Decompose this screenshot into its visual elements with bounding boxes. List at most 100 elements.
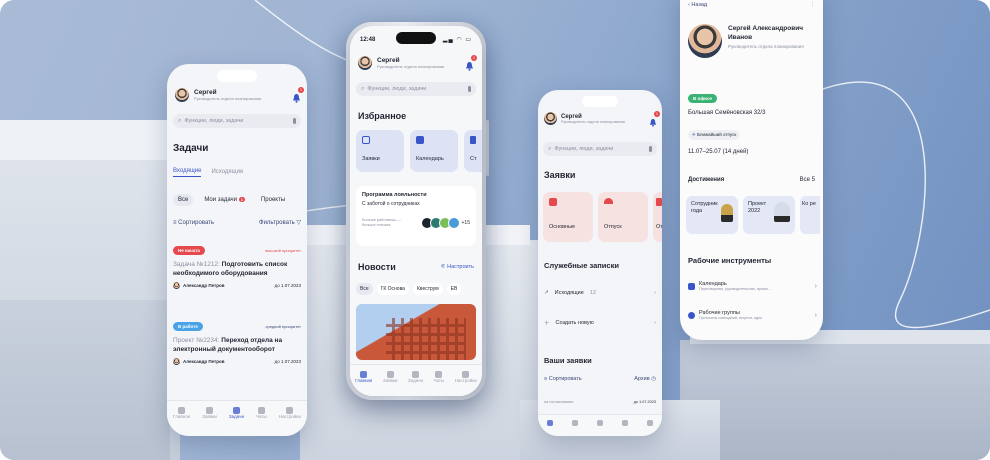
nav-tasks[interactable]: Задачи bbox=[229, 407, 244, 436]
bell-badge: 1 bbox=[471, 55, 477, 61]
mic-icon[interactable] bbox=[468, 86, 471, 92]
loyalty-count: +15 bbox=[461, 220, 470, 226]
memo-create-row[interactable]: ＋ Создать новую › bbox=[544, 319, 656, 327]
news-image[interactable] bbox=[356, 304, 476, 360]
request-more[interactable]: От bbox=[653, 192, 662, 242]
nav-tasks[interactable] bbox=[596, 420, 603, 436]
doc-icon bbox=[656, 198, 662, 206]
nav-requests[interactable]: Заявки bbox=[382, 371, 398, 396]
avatar[interactable] bbox=[544, 112, 557, 125]
achievement-card[interactable]: Ко ре bbox=[800, 196, 820, 234]
user-name: Сергей bbox=[194, 89, 217, 96]
loyalty-note: Больше работаешь — больше плюшек bbox=[362, 218, 402, 227]
search-input[interactable]: ⌕ Функции, люди, задачи bbox=[356, 82, 476, 96]
avatar[interactable] bbox=[358, 56, 372, 70]
mic-icon[interactable] bbox=[649, 146, 652, 152]
request-due: до 1.07.2023 bbox=[633, 400, 656, 404]
loyalty-title: Программа лояльности bbox=[362, 192, 427, 198]
loyalty-avatars: +15 bbox=[420, 217, 470, 229]
achievement-card[interactable]: Сотрудник года bbox=[686, 196, 738, 234]
back-button[interactable]: ‹ Назад bbox=[688, 2, 707, 8]
nav-label: Заявки bbox=[382, 378, 398, 383]
favorite-requests[interactable]: Заявки bbox=[356, 130, 404, 172]
phone-notch bbox=[217, 70, 257, 82]
nav-requests[interactable]: Заявки bbox=[202, 407, 217, 436]
avatar[interactable] bbox=[175, 88, 189, 102]
loyalty-card[interactable]: Программа лояльности С заботой о сотрудн… bbox=[356, 186, 476, 246]
nav-chats[interactable]: Чаты bbox=[433, 371, 444, 396]
filter-badge: 1 bbox=[238, 197, 245, 202]
nav-chats[interactable] bbox=[621, 420, 628, 436]
filter-all[interactable]: Все bbox=[173, 194, 194, 206]
tool-desc: Протоколы совещаний, встречи, идеи bbox=[699, 316, 763, 320]
nav-settings[interactable] bbox=[646, 420, 653, 436]
nav-label: Чаты bbox=[433, 378, 445, 383]
memo-outgoing-row[interactable]: ↗ Исходящие 12 › bbox=[544, 290, 656, 296]
nav-home[interactable]: Главная bbox=[355, 371, 372, 396]
nav-home[interactable]: Главное bbox=[173, 407, 190, 436]
user-role: Руководитель отдела планирования bbox=[561, 119, 625, 124]
my-requests-title: Ваши заявки bbox=[544, 356, 592, 365]
bell-icon[interactable]: 1 bbox=[465, 55, 477, 71]
doc-icon bbox=[470, 136, 476, 144]
nav-label: Заявки bbox=[202, 414, 217, 419]
status-badge: В работе bbox=[173, 322, 203, 331]
request-main[interactable]: Основные bbox=[543, 192, 593, 242]
request-item[interactable]: на согласовании до 1.07.2023 bbox=[544, 400, 656, 404]
home-icon bbox=[360, 371, 368, 378]
news-chip-all[interactable]: Все bbox=[356, 283, 373, 295]
nav-requests[interactable] bbox=[572, 420, 579, 436]
priority-label: средний приоритет bbox=[265, 324, 301, 329]
request-vacation[interactable]: Отпуск bbox=[598, 192, 648, 242]
task-card[interactable]: Не начата высокий приоритет Задача №1212… bbox=[173, 246, 301, 308]
search-placeholder: Функции, люди, задачи bbox=[554, 146, 614, 152]
tab-incoming[interactable]: Входящие bbox=[173, 168, 202, 177]
sort-button[interactable]: ≡ Сортировать bbox=[173, 220, 214, 226]
search-icon: ⌕ bbox=[361, 85, 365, 92]
achievements-all-link[interactable]: Все 5 bbox=[800, 177, 815, 183]
umbrella-icon bbox=[604, 198, 613, 204]
folder-icon bbox=[386, 371, 394, 378]
phone-notch bbox=[582, 96, 618, 107]
phone-home: 12:48 ▂▄ ◠ ▭ Сергей Руководитель отдела … bbox=[350, 26, 482, 396]
presence-badge: В офисе bbox=[688, 94, 717, 103]
favorite-more[interactable]: Ст bbox=[464, 130, 482, 172]
tab-outgoing[interactable]: Исходящие bbox=[211, 169, 243, 177]
archive-button[interactable]: Архив ◷ bbox=[634, 376, 656, 382]
sort-button[interactable]: ≡ Сортировать bbox=[544, 376, 582, 382]
achievement-card[interactable]: Проект 2022 bbox=[743, 196, 795, 234]
tool-workgroups[interactable]: Рабочие группы Протоколы совещаний, встр… bbox=[688, 310, 817, 320]
tool-calendar[interactable]: Календарь Переговорные, руководительство… bbox=[688, 281, 817, 291]
promo-stage: Сергей Руководитель отдела планирования … bbox=[0, 0, 990, 460]
tasks-icon bbox=[232, 407, 240, 414]
news-title: Новости bbox=[358, 262, 396, 272]
mic-icon[interactable] bbox=[293, 118, 296, 124]
filter-my-tasks[interactable]: Мои задачи 1 bbox=[199, 194, 250, 206]
search-input[interactable]: ⌕ Функции, люди, задачи bbox=[543, 142, 657, 156]
news-settings-button[interactable]: ⚟ Настроить bbox=[441, 264, 474, 270]
favorite-calendar[interactable]: Календарь bbox=[410, 130, 458, 172]
bell-badge: 1 bbox=[298, 87, 304, 93]
bell-icon[interactable]: 1 bbox=[292, 87, 304, 103]
filter-my-tasks-label: Мои задачи bbox=[204, 197, 238, 203]
news-chip[interactable]: EB bbox=[446, 283, 462, 295]
news-chip[interactable]: ГК Основа bbox=[376, 283, 409, 295]
filter-button[interactable]: Фильтровать ▽ bbox=[259, 219, 301, 226]
bell-icon[interactable]: 1 bbox=[649, 111, 660, 127]
nav-chats[interactable]: Чаты bbox=[256, 407, 267, 436]
nav-home[interactable] bbox=[547, 420, 554, 436]
settings-icon bbox=[646, 420, 653, 426]
task-card[interactable]: В работе средний приоритет Проект №2234:… bbox=[173, 322, 301, 384]
more-icon[interactable]: ⋮ bbox=[810, 2, 816, 8]
folder-icon bbox=[206, 407, 214, 414]
nav-settings[interactable]: Настройки bbox=[279, 407, 301, 436]
news-chip[interactable]: Квеструм bbox=[412, 283, 443, 295]
search-input[interactable]: ⌕ Функции, люди, задачи bbox=[173, 114, 301, 128]
memo-outgoing-count: 12 bbox=[589, 290, 596, 296]
arrow-up-right-icon: ↗ bbox=[544, 290, 549, 296]
nav-settings[interactable]: Настройки bbox=[455, 371, 477, 396]
vacation-badge: ✈ Ближайший отпуск bbox=[688, 130, 741, 140]
nav-tasks[interactable]: Задачи bbox=[408, 371, 423, 396]
filter-projects[interactable]: Проекты bbox=[256, 194, 290, 206]
favorite-label: Календарь bbox=[416, 156, 444, 162]
